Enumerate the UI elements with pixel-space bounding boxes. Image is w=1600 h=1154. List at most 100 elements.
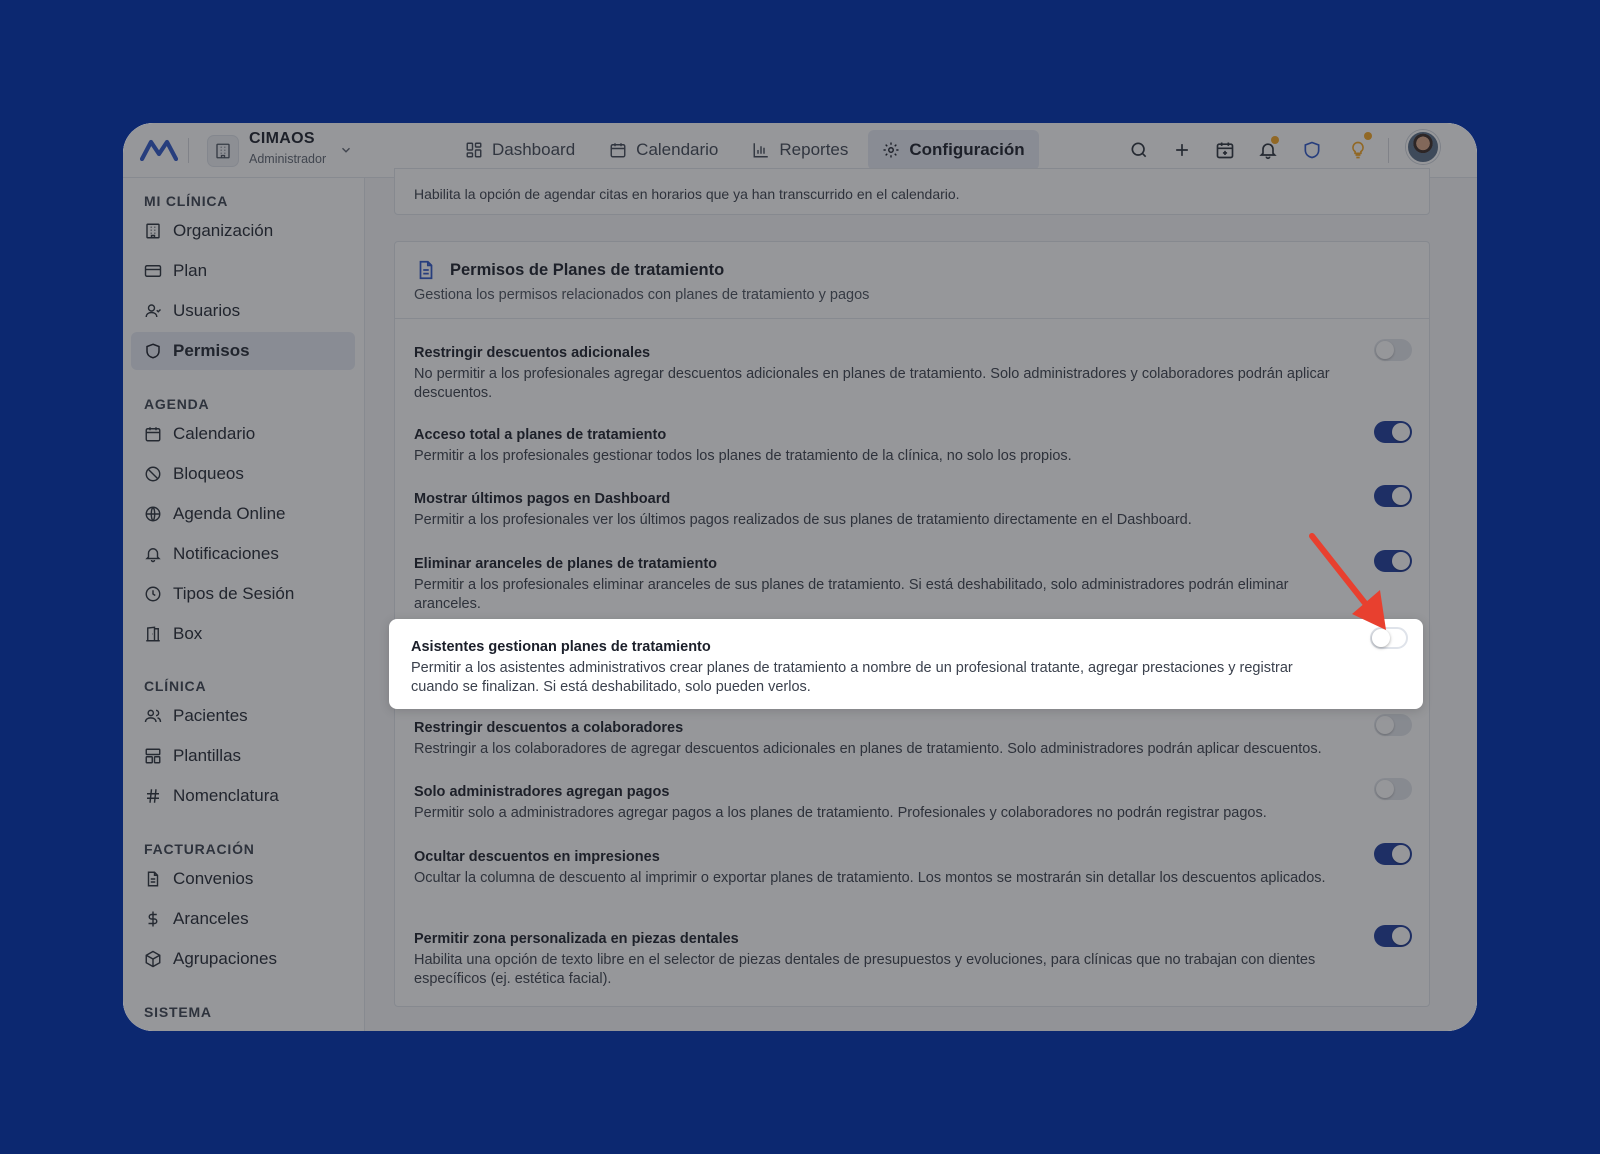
setting-row: Permitir zona personalizada en piezas de…	[414, 925, 1412, 988]
setting-row: Eliminar aranceles de planes de tratamie…	[414, 550, 1412, 613]
setting-title: Restringir descuentos adicionales	[414, 345, 651, 361]
sidebar-item-agenda-online[interactable]: Agenda Online	[131, 495, 355, 533]
divider	[188, 138, 189, 163]
sidebar-item-box[interactable]: Box	[131, 615, 355, 653]
sidebar-item-label: Aranceles	[173, 909, 249, 928]
organization-name[interactable]: CIMAOS	[249, 130, 315, 148]
sidebar-item-label: Plantillas	[173, 746, 242, 765]
setting-title: Permitir zona personalizada en piezas de…	[414, 931, 739, 947]
nav-configuracion[interactable]: Configuración	[868, 130, 1039, 170]
sidebar-item-aranceles[interactable]: Aranceles	[131, 900, 355, 938]
building-icon	[146, 223, 160, 239]
document-icon	[419, 260, 433, 280]
shield-icon[interactable]	[1300, 138, 1324, 162]
setting-title: Ocultar descuentos en impresiones	[414, 849, 660, 865]
sidebar-item-label: Bloqueos	[173, 464, 244, 483]
sidebar-item-plantillas[interactable]: Plantillas	[131, 737, 355, 775]
setting-title: Mostrar últimos pagos en Dashboard	[414, 491, 671, 507]
sidebar-item-label: Usuarios	[173, 301, 241, 320]
sidebar-item-notificaciones[interactable]: Notificaciones	[131, 535, 355, 573]
setting-row: Solo administradores agregan pagos Permi…	[414, 778, 1412, 823]
setting-description: Permitir a los profesionales eliminar ar…	[414, 577, 1289, 612]
document-icon	[147, 871, 159, 887]
credit-card-icon	[144, 265, 162, 277]
bar-chart-icon	[753, 143, 769, 158]
setting-toggle[interactable]	[1374, 421, 1412, 443]
sidebar-section-title: MI CLÍNICA	[144, 193, 229, 209]
nav-configuracion-label: Configuración	[909, 140, 1025, 159]
setting-description: Restringir a los colaboradores de agrega…	[414, 741, 1322, 757]
setting-description: Permitir a los profesionales ver los últ…	[414, 512, 1192, 528]
calendar-icon	[610, 143, 626, 158]
setting-description: Permitir a los profesionales gestionar t…	[414, 448, 1072, 464]
annotation-arrow-icon	[1309, 533, 1386, 630]
setting-row: Asistentes gestionan planes de tratamien…	[411, 639, 1409, 696]
card-title: Permisos de Planes de tratamiento	[450, 261, 725, 279]
sidebar-item-bloqueos[interactable]: Bloqueos	[131, 455, 355, 493]
sidebar-item-permisos[interactable]: Permisos	[131, 332, 355, 370]
organization-role: Administrador	[249, 152, 327, 166]
previous-setting-card: Habilita la opción de agendar citas en h…	[394, 168, 1430, 215]
sidebar-item-label: Notificaciones	[173, 544, 279, 563]
setting-toggle[interactable]	[1374, 485, 1412, 507]
setting-toggle[interactable]	[1374, 339, 1412, 361]
sidebar-item-calendario[interactable]: Calendario	[131, 415, 355, 453]
sidebar-item-organizacion[interactable]: Organización	[131, 212, 355, 250]
sidebar-item-convenios[interactable]: Convenios	[131, 860, 355, 898]
calendar-icon	[145, 427, 161, 442]
globe-icon	[145, 506, 161, 522]
sidebar-item-label: Permisos	[173, 341, 250, 360]
sidebar-item-label: Calendario	[173, 424, 256, 443]
hash-icon	[147, 789, 159, 803]
sidebar-item-label: Agenda Online	[173, 504, 286, 523]
lightbulb-icon[interactable]	[1346, 132, 1372, 162]
setting-title: Eliminar aranceles de planes de tratamie…	[414, 556, 718, 572]
plus-icon[interactable]	[1170, 138, 1194, 162]
nav-calendario[interactable]: Calendario	[595, 130, 732, 170]
sidebar-item-tipos-de-sesion[interactable]: Tipos de Sesión	[131, 575, 355, 613]
nav-dashboard[interactable]: Dashboard	[451, 130, 589, 170]
chevron-down-icon[interactable]	[339, 143, 353, 157]
sidebar-item-label: Organización	[173, 221, 274, 240]
sidebar-item-usuarios[interactable]: Usuarios	[131, 292, 355, 330]
nav-reportes[interactable]: Reportes	[738, 130, 862, 170]
setting-toggle[interactable]	[1374, 843, 1412, 865]
sidebar-item-plan[interactable]: Plan	[131, 252, 355, 290]
setting-title: Restringir descuentos a colaboradores	[414, 720, 684, 736]
setting-title: Asistentes gestionan planes de tratamien…	[411, 639, 711, 655]
sidebar-item-pacientes[interactable]: Pacientes	[131, 697, 355, 735]
divider	[1388, 138, 1389, 163]
sidebar-item-label: Nomenclatura	[173, 786, 279, 805]
sidebar-section-title: SISTEMA	[144, 1004, 212, 1020]
search-icon[interactable]	[1127, 138, 1151, 162]
sidebar-section-title: AGENDA	[144, 396, 210, 412]
avatar[interactable]	[1406, 130, 1440, 164]
setting-row: Restringir descuentos adicionales No per…	[414, 339, 1412, 402]
sidebar-item-label: Plan	[173, 261, 208, 280]
setting-description: Permitir a los asistentes administrativo…	[411, 660, 1293, 695]
sidebar-item-label: Agrupaciones	[173, 949, 277, 968]
users-icon	[144, 709, 162, 723]
gear-icon	[883, 142, 899, 158]
highlighted-setting: Asistentes gestionan planes de tratamien…	[389, 619, 1423, 709]
setting-toggle[interactable]	[1374, 925, 1412, 947]
app-logo[interactable]	[140, 137, 178, 161]
tip-badge	[1364, 132, 1372, 140]
sidebar-item-label: Convenios	[173, 869, 254, 888]
sidebar-item-agrupaciones[interactable]: Agrupaciones	[131, 940, 355, 978]
setting-toggle[interactable]	[1374, 778, 1412, 800]
setting-description: Ocultar la columna de descuento al impri…	[414, 870, 1326, 886]
bell-icon[interactable]	[1256, 136, 1280, 162]
nav-reportes-label: Reportes	[779, 140, 849, 159]
card-subtitle: Gestiona los permisos relacionados con p…	[414, 287, 870, 303]
nav-dashboard-label: Dashboard	[492, 140, 576, 159]
organization-icon[interactable]	[207, 135, 239, 167]
calendar-add-icon[interactable]	[1213, 138, 1237, 162]
setting-title: Acceso total a planes de tratamiento	[414, 427, 667, 443]
ban-icon	[145, 466, 161, 482]
clock-icon	[145, 586, 161, 602]
dashboard-icon	[466, 142, 482, 158]
sidebar-item-nomenclatura[interactable]: Nomenclatura	[131, 777, 355, 815]
setting-description: No permitir a los profesionales agregar …	[414, 366, 1330, 401]
setting-toggle[interactable]	[1374, 714, 1412, 736]
